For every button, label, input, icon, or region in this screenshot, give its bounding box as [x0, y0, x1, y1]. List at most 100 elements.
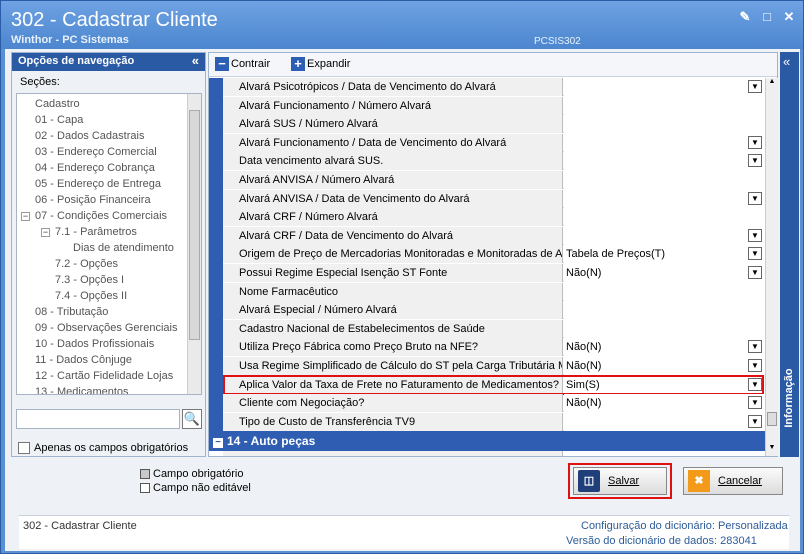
grid-row-value[interactable] — [564, 171, 765, 189]
cancel-button[interactable]: ✖ Cancelar — [683, 467, 783, 495]
scroll-up-icon[interactable]: ▲ — [766, 78, 778, 90]
dropdown-arrow-icon[interactable]: ▼ — [748, 396, 762, 409]
grid-row[interactable]: Cadastro Nacional de Estabelecimentos de… — [223, 320, 765, 338]
tree-item-capa[interactable]: 01 - Capa — [35, 114, 83, 126]
only-required-checkbox[interactable] — [18, 442, 30, 454]
tree-item-opcoes[interactable]: 7.2 - Opções — [55, 258, 118, 270]
tree-item-endereco-cobranca[interactable]: 04 - Endereço Cobrança — [35, 162, 155, 174]
grid-row[interactable]: Tipo de Custo de Transferência TV9 ▼ — [223, 413, 765, 431]
grid-row[interactable]: Usa Regime Simplificado de Cálculo do ST… — [223, 357, 765, 375]
dropdown-arrow-icon[interactable]: ▼ — [748, 266, 762, 279]
scroll-down-icon[interactable]: ▼ — [766, 444, 778, 456]
tree-item-dias-atendimento[interactable]: Dias de atendimento — [73, 242, 174, 254]
grid-row[interactable]: Nome Farmacêutico — [223, 283, 765, 301]
dropdown-arrow-icon[interactable]: ▼ — [748, 192, 762, 205]
grid-row-value[interactable] — [564, 208, 765, 226]
tree-scroll-thumb[interactable] — [189, 110, 200, 340]
cancel-label: Cancelar — [718, 475, 763, 487]
grid-row-value[interactable]: ▼ — [564, 190, 765, 208]
collapse-node-icon[interactable]: − — [21, 212, 30, 221]
dropdown-arrow-icon[interactable]: ▼ — [748, 340, 762, 353]
info-panel[interactable]: « Informação — [780, 52, 799, 457]
grid-row-value[interactable]: ▼ — [564, 227, 765, 245]
grid-row-value[interactable] — [564, 320, 765, 338]
grid-row-value[interactable] — [564, 97, 765, 115]
grid-row[interactable]: Alvará ANVISA / Número Alvará — [223, 171, 765, 189]
tree-item-dados-conjuge[interactable]: 11 - Dados Cônjuge — [35, 354, 132, 366]
grid-row-value[interactable] — [564, 115, 765, 133]
grid-row-value[interactable]: ▼ — [564, 134, 765, 152]
tree-item-parametros[interactable]: 7.1 - Parâmetros — [55, 226, 137, 238]
grid-row[interactable]: Alvará CRF / Número Alvará — [223, 208, 765, 226]
dropdown-arrow-icon[interactable]: ▼ — [748, 359, 762, 372]
grid-row-value[interactable]: Tabela de Preços(T) ▼ — [564, 245, 765, 263]
dropdown-arrow-icon[interactable]: ▼ — [748, 229, 762, 242]
grid-scrollbar[interactable]: ▲ ▼ — [765, 78, 778, 456]
info-panel-label: Informação — [783, 368, 795, 428]
restore-icon[interactable]: □ — [759, 9, 775, 25]
tree-scrollbar[interactable] — [187, 94, 201, 394]
grid-row[interactable]: Alvará Especial / Número Alvará — [223, 301, 765, 319]
only-required-option[interactable]: Apenas os campos obrigatórios — [18, 442, 188, 454]
grid-row[interactable]: Origem de Preço de Mercadorias Monitorad… — [223, 245, 765, 263]
grid-row-value[interactable]: Não(N) ▼ — [564, 357, 765, 375]
edit-icon[interactable]: ✎ — [737, 9, 753, 25]
grid-row-value-text: Não(N) — [566, 341, 602, 353]
search-icon[interactable]: 🔍 — [182, 409, 202, 429]
tree-item-dados-cadastrais[interactable]: 02 - Dados Cadastrais — [35, 130, 144, 142]
tree-item-condicoes-comerciais[interactable]: 07 - Condições Comerciais — [35, 210, 167, 222]
section-tree[interactable]: Cadastro 01 - Capa 02 - Dados Cadastrais… — [16, 93, 202, 395]
grid-row-value[interactable]: Não(N) ▼ — [564, 394, 765, 412]
section-search-input[interactable] — [16, 409, 180, 429]
navigation-header: Opções de navegação « — [12, 53, 205, 71]
tree-item-endereco-comercial[interactable]: 03 - Endereço Comercial — [35, 146, 157, 158]
tree-item-posicao-financeira[interactable]: 06 - Posição Financeira — [35, 194, 151, 206]
grid-row-value[interactable]: ▼ — [564, 78, 765, 96]
dictionary-version: Versão do dicionário de dados: 283041 — [566, 535, 757, 547]
dropdown-arrow-icon[interactable]: ▼ — [748, 154, 762, 167]
grid-row-label: Data vencimento alvará SUS. — [223, 152, 563, 170]
grid-row-value[interactable]: ▼ — [564, 413, 765, 431]
grid-row[interactable]: Possui Regime Especial Isenção ST Fonte N… — [223, 264, 765, 282]
grid-row[interactable]: Alvará SUS / Número Alvará — [223, 115, 765, 133]
tree-item-dados-profissionais[interactable]: 10 - Dados Profissionais — [35, 338, 154, 350]
grid-row-value[interactable]: Não(N) ▼ — [564, 264, 765, 282]
dropdown-arrow-icon[interactable]: ▼ — [748, 136, 762, 149]
grid-row[interactable]: Alvará ANVISA / Data de Vencimento do Al… — [223, 190, 765, 208]
grid-row-value[interactable] — [564, 283, 765, 301]
tree-item-cadastro[interactable]: Cadastro — [35, 98, 80, 110]
grid-row[interactable]: Alvará Funcionamento / Número Alvará — [223, 97, 765, 115]
tree-item-opcoes-ii[interactable]: 7.4 - Opções II — [55, 290, 127, 302]
grid-row-label: Tipo de Custo de Transferência TV9 — [223, 413, 563, 431]
grid-row-value[interactable] — [564, 301, 765, 319]
dropdown-arrow-icon[interactable]: ▼ — [748, 247, 762, 260]
grid-row-label: Cliente com Negociação? — [223, 394, 563, 412]
dropdown-arrow-icon[interactable]: ▼ — [748, 80, 762, 93]
grid-row[interactable] — [223, 451, 765, 456]
grid-scroll-thumb[interactable] — [767, 412, 777, 426]
collapse-node-icon[interactable]: − — [41, 228, 50, 237]
grid-row[interactable]: Cliente com Negociação? Não(N) ▼ — [223, 394, 765, 412]
save-button[interactable]: ◫ Salvar — [573, 467, 667, 495]
tree-item-opcoes-i[interactable]: 7.3 - Opções I — [55, 274, 124, 286]
tree-item-medicamentos[interactable]: 13 - Medicamentos — [35, 386, 129, 394]
grid-row[interactable]: Alvará Psicotrópicos / Data de Venciment… — [223, 78, 765, 96]
collapse-group-icon[interactable]: − — [213, 438, 223, 448]
grid-row[interactable]: Alvará Funcionamento / Data de Venciment… — [223, 134, 765, 152]
grid-row-value[interactable]: ▼ — [564, 152, 765, 170]
dropdown-arrow-icon[interactable]: ▼ — [748, 415, 762, 428]
collapse-right-icon[interactable]: « — [783, 54, 790, 69]
grid-row-value[interactable]: Não(N) ▼ — [564, 338, 765, 356]
tree-item-endereco-entrega[interactable]: 05 - Endereço de Entrega — [35, 178, 161, 190]
tree-item-tributacao[interactable]: 08 - Tributação — [35, 306, 108, 318]
group-header-auto-pecas[interactable]: −14 - Auto peças — [209, 431, 765, 451]
collapse-left-icon[interactable]: « — [192, 53, 199, 68]
expand-all-button[interactable]: + Expandir — [291, 57, 350, 71]
close-icon[interactable]: ✕ — [781, 9, 797, 25]
grid-row[interactable]: Data vencimento alvará SUS. ▼ — [223, 152, 765, 170]
tree-item-cartao-fidelidade[interactable]: 12 - Cartão Fidelidade Lojas — [35, 370, 173, 382]
grid-row[interactable]: Alvará CRF / Data de Vencimento do Alvar… — [223, 227, 765, 245]
collapse-all-button[interactable]: − Contrair — [215, 57, 270, 71]
grid-row[interactable]: Utiliza Preço Fábrica como Preço Bruto n… — [223, 338, 765, 356]
tree-item-observacoes-gerenciais[interactable]: 09 - Observações Gerenciais — [35, 322, 177, 334]
